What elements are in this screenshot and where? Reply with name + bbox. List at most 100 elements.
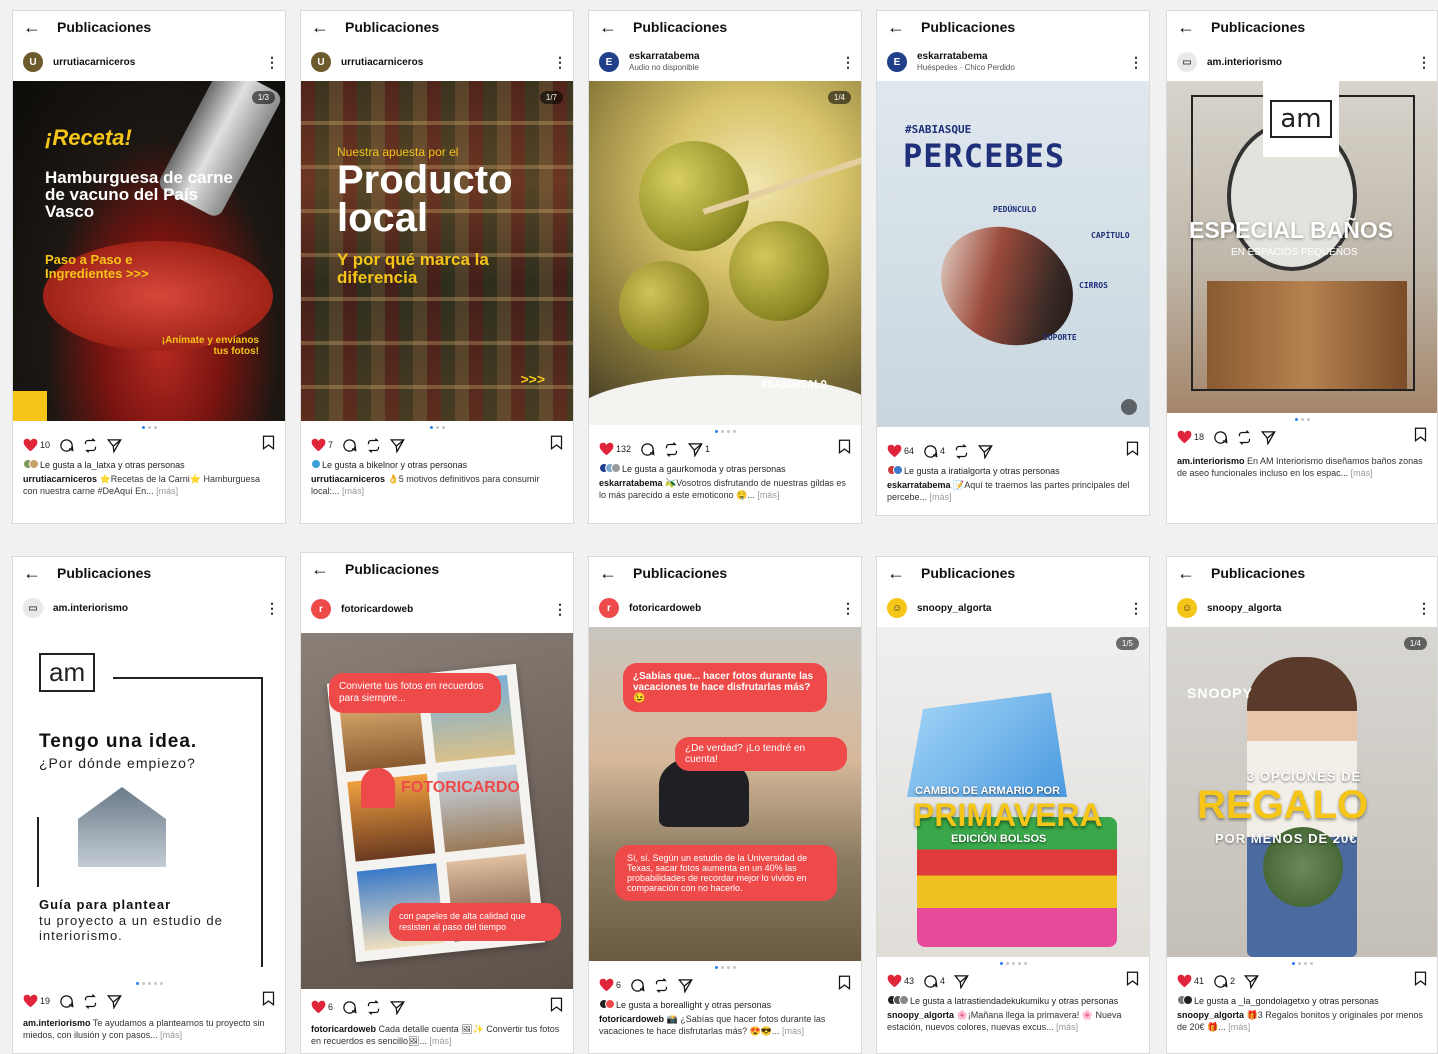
- avatar[interactable]: U: [23, 52, 43, 72]
- like-button[interactable]: 7: [311, 438, 333, 452]
- post-image[interactable]: #SABIASQUE PERCEBES PEDÚNCULO CAPÍTULO C…: [877, 81, 1149, 427]
- save-button[interactable]: [550, 997, 563, 1017]
- save-button[interactable]: [550, 435, 563, 455]
- more-link[interactable]: [más]: [160, 1030, 182, 1040]
- repost-button[interactable]: [954, 443, 969, 459]
- caption-username[interactable]: urrutiacarniceros: [23, 474, 97, 484]
- post-image[interactable]: #SABOREALO 1/4: [589, 81, 861, 425]
- more-options-icon[interactable]: ⋮: [553, 601, 567, 618]
- avatar[interactable]: ☺: [887, 598, 907, 618]
- share-button[interactable]: [1261, 430, 1276, 445]
- more-link[interactable]: [más]: [930, 492, 952, 502]
- share-button[interactable]: [107, 994, 122, 1009]
- repost-button[interactable]: [654, 977, 669, 993]
- share-button[interactable]: [954, 974, 969, 989]
- like-button[interactable]: 10: [23, 438, 50, 452]
- more-options-icon[interactable]: ⋮: [265, 54, 279, 71]
- avatar[interactable]: ☺: [1177, 598, 1197, 618]
- like-button[interactable]: 18: [1177, 430, 1204, 444]
- caption-username[interactable]: fotoricardoweb: [311, 1024, 376, 1034]
- post-image[interactable]: SNOOPY 3 OPCIONES DE REGALO POR MENOS DE…: [1167, 627, 1437, 957]
- like-button[interactable]: 19: [23, 994, 50, 1008]
- more-options-icon[interactable]: ⋮: [553, 54, 567, 71]
- avatar[interactable]: ▭: [23, 598, 43, 618]
- save-button[interactable]: [1126, 441, 1139, 461]
- caption-username[interactable]: am.interiorismo: [23, 1018, 91, 1028]
- caption-username[interactable]: eskarratabema: [887, 480, 951, 490]
- more-link[interactable]: [más]: [342, 486, 364, 496]
- more-link[interactable]: [más]: [782, 1026, 804, 1036]
- save-button[interactable]: [262, 435, 275, 455]
- back-arrow-icon[interactable]: ←: [311, 18, 333, 36]
- post-image[interactable]: Nuestra apuesta por el Producto local Y …: [301, 81, 573, 421]
- caption-username[interactable]: fotoricardoweb: [599, 1014, 664, 1024]
- back-arrow-icon[interactable]: ←: [311, 560, 333, 578]
- post-image[interactable]: ¡Receta! Hamburguesa de carne de vacuno …: [13, 81, 285, 421]
- save-button[interactable]: [262, 991, 275, 1011]
- comment-button[interactable]: [1213, 430, 1228, 445]
- avatar[interactable]: ▭: [1177, 52, 1197, 72]
- audio-indicator-icon[interactable]: [1121, 399, 1137, 415]
- more-options-icon[interactable]: ⋮: [265, 600, 279, 617]
- like-button[interactable]: 41: [1177, 974, 1204, 988]
- more-link[interactable]: [más]: [1351, 468, 1373, 478]
- repost-button[interactable]: [366, 999, 381, 1015]
- username[interactable]: urrutiacarniceros: [53, 57, 265, 68]
- like-button[interactable]: 43: [887, 974, 914, 988]
- share-button[interactable]: [390, 438, 405, 453]
- more-link[interactable]: [más]: [156, 486, 178, 496]
- username[interactable]: eskarratabema: [629, 51, 841, 62]
- avatar[interactable]: U: [311, 52, 331, 72]
- share-button[interactable]: [107, 438, 122, 453]
- save-button[interactable]: [838, 975, 851, 995]
- more-options-icon[interactable]: ⋮: [1417, 54, 1431, 71]
- repost-button[interactable]: [83, 437, 98, 453]
- share-button[interactable]: [1244, 974, 1259, 989]
- back-arrow-icon[interactable]: ←: [23, 564, 45, 582]
- like-button[interactable]: 132: [599, 442, 631, 456]
- back-arrow-icon[interactable]: ←: [1177, 564, 1199, 582]
- caption-username[interactable]: urrutiacarniceros: [311, 474, 385, 484]
- username[interactable]: am.interiorismo: [53, 603, 265, 614]
- comment-button[interactable]: [640, 442, 655, 457]
- more-options-icon[interactable]: ⋮: [841, 600, 855, 617]
- more-link[interactable]: [más]: [757, 490, 779, 500]
- post-image[interactable]: am Tengo una idea. ¿Por dónde empiezo? G…: [13, 627, 285, 977]
- post-image[interactable]: ¿Sabías que... hacer fotos durante las v…: [589, 627, 861, 961]
- post-image[interactable]: Convierte tus fotos en recuerdos para si…: [301, 633, 573, 989]
- caption-username[interactable]: eskarratabema: [599, 478, 663, 488]
- back-arrow-icon[interactable]: ←: [599, 564, 621, 582]
- more-options-icon[interactable]: ⋮: [841, 54, 855, 71]
- share-button[interactable]: [678, 978, 693, 993]
- share-button[interactable]: [978, 444, 993, 459]
- caption-username[interactable]: am.interiorismo: [1177, 456, 1245, 466]
- username[interactable]: fotoricardoweb: [341, 604, 553, 615]
- more-options-icon[interactable]: ⋮: [1129, 54, 1143, 71]
- avatar[interactable]: E: [887, 52, 907, 72]
- back-arrow-icon[interactable]: ←: [1177, 18, 1199, 36]
- share-button[interactable]: [390, 1000, 405, 1015]
- more-link[interactable]: [más]: [1056, 1022, 1078, 1032]
- post-image[interactable]: am ESPECIAL BAÑOS EN ESPACIOS PEQUEÑOS: [1167, 81, 1437, 413]
- post-image[interactable]: CAMBIO DE ARMARIO POR PRIMAVERA EDICIÓN …: [877, 627, 1149, 957]
- comment-button[interactable]: [342, 438, 357, 453]
- audio-track[interactable]: Huéspedes · Chico Perdido: [917, 62, 1129, 73]
- like-button[interactable]: 6: [311, 1000, 333, 1014]
- comment-button[interactable]: [59, 438, 74, 453]
- username[interactable]: snoopy_algorta: [917, 603, 1129, 614]
- share-button[interactable]: 1: [688, 442, 710, 457]
- more-options-icon[interactable]: ⋮: [1129, 600, 1143, 617]
- save-button[interactable]: [1414, 971, 1427, 991]
- comment-button[interactable]: 2: [1213, 974, 1235, 989]
- back-arrow-icon[interactable]: ←: [23, 18, 45, 36]
- comment-button[interactable]: [630, 978, 645, 993]
- username[interactable]: snoopy_algorta: [1207, 603, 1417, 614]
- back-arrow-icon[interactable]: ←: [599, 18, 621, 36]
- username[interactable]: am.interiorismo: [1207, 57, 1417, 68]
- username[interactable]: fotoricardoweb: [629, 603, 841, 614]
- more-link[interactable]: [más]: [430, 1036, 452, 1046]
- username[interactable]: eskarratabema: [917, 51, 1129, 62]
- save-button[interactable]: [1414, 427, 1427, 447]
- comment-button[interactable]: 4: [923, 974, 945, 989]
- repost-button[interactable]: [366, 437, 381, 453]
